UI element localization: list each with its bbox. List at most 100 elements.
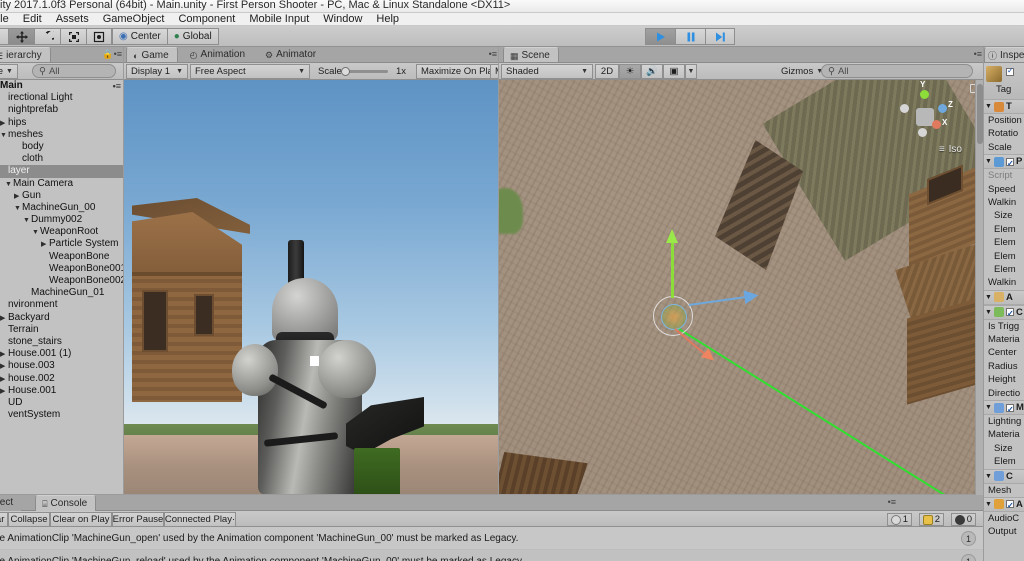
component-enabled-checkbox[interactable]	[1005, 306, 1014, 321]
scale-tool-button[interactable]	[60, 28, 86, 45]
component-header-animator[interactable]: ▼ A	[984, 289, 1024, 305]
component-property-elem[interactable]: Elem	[984, 455, 1024, 468]
menu-item-edit[interactable]: Edit	[16, 13, 49, 25]
pivot-mode-button[interactable]: ◉ Center	[112, 28, 167, 45]
game-render-canvas[interactable]	[124, 80, 499, 495]
menu-item-mobile-input[interactable]: Mobile Input	[242, 13, 316, 25]
scene-projection-label[interactable]: ≡ Iso	[939, 144, 962, 155]
component-property-audioc[interactable]: AudioC	[984, 512, 1024, 525]
console-message-0[interactable]: he AnimationClip 'MachineGun_open' used …	[0, 527, 984, 550]
rotate-tool-button[interactable]	[34, 28, 60, 45]
component-property-materia[interactable]: Materia	[984, 428, 1024, 441]
hierarchy-item-1[interactable]: nightprefab	[0, 104, 124, 116]
hierarchy-item-23[interactable]: ▶ house.002	[0, 373, 124, 385]
menu-item-component[interactable]: Component	[171, 13, 242, 25]
hierarchy-item-8[interactable]: ▶ Gun	[0, 190, 124, 202]
tab-scene[interactable]: ▦ Scene	[503, 47, 559, 62]
hierarchy-item-0[interactable]: irectional Light	[0, 92, 124, 104]
hierarchy-item-25[interactable]: UD	[0, 397, 124, 409]
console-clear-on-play-button[interactable]: Clear on Play	[50, 512, 112, 527]
scene-lighting-toggle[interactable]: ☀	[619, 64, 641, 79]
menu-item-gameobject[interactable]: GameObject	[96, 13, 172, 25]
console-info-counter[interactable]: 1	[886, 513, 912, 526]
scene-fx-dropdown[interactable]: ▼	[685, 64, 697, 79]
selection-gizmo[interactable]	[653, 296, 693, 336]
component-header-capsule-collider[interactable]: ▼C	[984, 304, 1024, 321]
tab-animator[interactable]: ⚙ Animator	[259, 47, 325, 62]
rect-tool-button[interactable]	[86, 28, 112, 45]
hierarchy-lock-icon[interactable]: 🔒•≡	[102, 49, 122, 60]
disclosure-triangle-icon[interactable]: ▼	[985, 469, 992, 484]
hierarchy-search-input[interactable]: ⚲ All	[32, 64, 116, 78]
hierarchy-item-4[interactable]: body	[0, 141, 124, 153]
component-property-lighting[interactable]: Lighting	[984, 415, 1024, 428]
component-header-audio-source[interactable]: ▼A	[984, 496, 1024, 513]
scene-inspector-splitter[interactable]	[983, 47, 984, 561]
component-enabled-checkbox[interactable]	[1005, 156, 1014, 171]
menu-item-help[interactable]: Help	[369, 13, 406, 25]
scene-audio-toggle[interactable]: 🔊	[641, 64, 663, 79]
component-property-size[interactable]: Size	[984, 442, 1024, 455]
console-connected-play--button[interactable]: Connected Play·	[164, 512, 236, 527]
maximize-on-play-button[interactable]: Maximize On Play	[416, 64, 499, 79]
move-tool-button[interactable]	[8, 28, 34, 45]
hierarchy-item-21[interactable]: ▶ House.001 (1)	[0, 348, 124, 360]
tab-inspector[interactable]: ⓘ Inspe	[984, 47, 1024, 62]
console-warning-counter[interactable]: 2	[918, 513, 944, 526]
create-menu-button[interactable]: ce ▼	[0, 64, 18, 79]
scene-fx-toggle[interactable]: ▣	[663, 64, 685, 79]
menu-item-assets[interactable]: Assets	[49, 13, 96, 25]
component-property-is trigg[interactable]: Is Trigg	[984, 320, 1024, 333]
component-header-mesh-filter[interactable]: ▼ C	[984, 468, 1024, 484]
component-property-center[interactable]: Center	[984, 346, 1024, 359]
shading-mode-dropdown[interactable]: Shaded ▼	[501, 64, 593, 79]
pause-button[interactable]	[675, 28, 705, 45]
hierarchy-item-22[interactable]: ▶ house.003	[0, 360, 124, 372]
component-property-elem[interactable]: Elem	[984, 236, 1024, 249]
hierarchy-item-24[interactable]: ▶ House.001	[0, 385, 124, 397]
component-property-output[interactable]: Output	[984, 525, 1024, 538]
gizmo-axis-y[interactable]	[666, 229, 678, 298]
component-property-size[interactable]: Size	[984, 209, 1024, 222]
component-property-directio[interactable]: Directio	[984, 387, 1024, 400]
component-property-position[interactable]: Position	[984, 114, 1024, 127]
console-message-list[interactable]: he AnimationClip 'MachineGun_open' used …	[0, 527, 984, 561]
hierarchy-game-splitter[interactable]	[123, 47, 124, 495]
scene-scrollbar[interactable]	[975, 80, 983, 495]
menu-item-window[interactable]: Window	[316, 13, 369, 25]
console-splitter[interactable]	[0, 494, 984, 495]
tab-oject[interactable]: oject	[0, 495, 22, 511]
hierarchy-item-19[interactable]: Terrain	[0, 324, 124, 336]
gizmos-dropdown[interactable]: Gizmos ▼	[777, 64, 827, 79]
tab-console[interactable]: ⌸ Console	[35, 495, 97, 511]
hierarchy-item-18[interactable]: ▶ Backyard	[0, 312, 124, 324]
component-property-scale[interactable]: Scale	[984, 141, 1024, 154]
hierarchy-item-3[interactable]: ▼meshes	[0, 129, 124, 141]
hierarchy-item-26[interactable]: ventSystem	[0, 409, 124, 421]
scene-panel-menu-icon[interactable]: •≡	[974, 49, 982, 59]
hierarchy-item-11[interactable]: ▼WeaponRoot	[0, 226, 124, 238]
gizmo-arm-negz[interactable]	[900, 104, 909, 113]
component-header-mesh-renderer[interactable]: ▼M	[984, 400, 1024, 417]
hierarchy-item-10[interactable]: ▼Dummy002	[0, 214, 124, 226]
console-error-pause-button[interactable]: Error Pause	[112, 512, 164, 527]
hierarchy-item-14[interactable]: WeaponBone001	[0, 263, 124, 275]
gameobject-active-checkbox[interactable]	[1006, 66, 1014, 76]
hierarchy-item-2[interactable]: ▶ hips	[0, 117, 124, 129]
console-collapse-button[interactable]: Collapse	[8, 512, 50, 527]
gizmo-arm-negy[interactable]	[918, 128, 927, 137]
disclosure-triangle-icon[interactable]: ▼	[985, 154, 992, 169]
inspector-body[interactable]: Tag ▼TPositionRotatioScale▼PScriptSpeedW…	[984, 63, 1024, 561]
disclosure-triangle-icon[interactable]: ▼	[985, 99, 992, 114]
console-clear-button[interactable]: Clear	[0, 512, 8, 527]
scene-root-row[interactable]: Main •≡	[0, 80, 124, 92]
scene-view-orientation-gizmo[interactable]: Y Z X	[894, 80, 956, 148]
hierarchy-item-7[interactable]: ▼Main Camera	[0, 178, 124, 190]
gizmo-arm-x[interactable]	[932, 120, 941, 129]
component-enabled-checkbox[interactable]	[1005, 498, 1014, 513]
disclosure-triangle-icon[interactable]: ▼	[985, 290, 992, 305]
component-property-script[interactable]: Script	[984, 169, 1024, 182]
component-property-radius[interactable]: Radius	[984, 360, 1024, 373]
pivot-rotation-button[interactable]: ● Global	[166, 28, 219, 45]
console-message-1[interactable]: he AnimationClip 'MachineGun_reload' use…	[0, 550, 984, 561]
